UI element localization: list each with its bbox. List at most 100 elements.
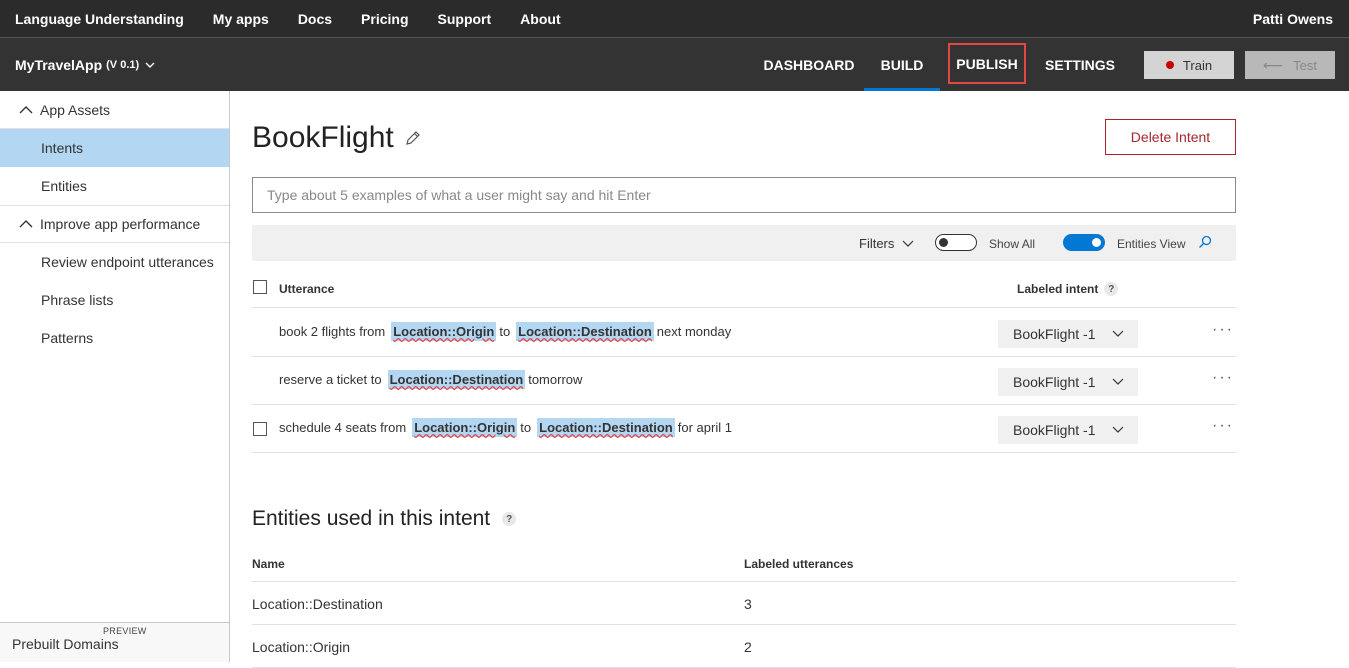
tab-build[interactable]: BUILD: [864, 38, 940, 91]
utterance-part: tomorrow: [528, 372, 583, 387]
intent-dropdown-value: BookFlight -1: [1013, 374, 1096, 390]
utterance-part: next monday: [656, 324, 732, 339]
col-labeled-intent: Labeled intent ?: [1017, 282, 1119, 296]
utterance-table-header: Utterance Labeled intent ?: [252, 269, 1236, 308]
page-title: BookFlight: [252, 121, 422, 155]
entities-view-label: Entities View: [1117, 237, 1186, 251]
intent-dropdown[interactable]: BookFlight -1: [998, 368, 1138, 396]
nav-about[interactable]: About: [520, 11, 560, 27]
test-label: Test: [1293, 57, 1317, 73]
more-options-icon[interactable]: ···: [1212, 369, 1234, 387]
utterance-part: to: [520, 420, 532, 435]
chevron-up-icon: [19, 220, 33, 228]
entity-name[interactable]: Location::Origin: [252, 639, 350, 655]
utterance-part: schedule 4 seats from: [279, 420, 407, 435]
tab-dashboard[interactable]: DASHBOARD: [754, 38, 864, 91]
tab-settings[interactable]: SETTINGS: [1026, 38, 1134, 91]
app-version: (V 0.1): [106, 59, 140, 71]
show-all-label: Show All: [989, 237, 1036, 251]
intent-dropdown[interactable]: BookFlight -1: [998, 320, 1138, 348]
help-icon[interactable]: ?: [1104, 282, 1119, 296]
entity-label[interactable]: Location::Origin: [412, 418, 518, 437]
search-icon[interactable]: [1198, 235, 1212, 249]
table-row: schedule 4 seats from Location::Origin t…: [252, 405, 1236, 453]
nav-pricing[interactable]: Pricing: [361, 11, 408, 27]
select-all-checkbox[interactable]: [253, 280, 267, 294]
app-bar: MyTravelApp (V 0.1) DASHBOARD BUILD PUBL…: [0, 38, 1349, 91]
filters-label: Filters: [859, 236, 895, 251]
nav-support[interactable]: Support: [438, 11, 492, 27]
train-status-icon: [1165, 61, 1174, 69]
nav-docs[interactable]: Docs: [298, 11, 332, 27]
filters-dropdown[interactable]: Filters: [859, 236, 914, 251]
app-name: MyTravelApp: [15, 57, 103, 73]
train-label: Train: [1182, 57, 1213, 73]
top-nav-bar: Language Understanding My apps Docs Pric…: [0, 0, 1349, 38]
chevron-down-icon: [902, 240, 914, 247]
col-labeled-utterances: Labeled utterances: [744, 557, 854, 571]
show-all-toggle[interactable]: [935, 234, 977, 251]
sidebar-item-entities[interactable]: Entities: [0, 167, 229, 205]
brand-link[interactable]: Language Understanding: [15, 11, 184, 27]
utterance-part: book 2 flights from: [279, 324, 386, 339]
entity-count: 2: [744, 639, 752, 655]
sidebar-item-phrase-lists[interactable]: Phrase lists: [0, 281, 229, 319]
utterance-part: for april 1: [677, 420, 732, 435]
sidebar-group-label: App Assets: [40, 101, 111, 118]
filter-bar: Filters Show All Entities View: [252, 225, 1236, 261]
utterance-input[interactable]: [252, 177, 1236, 213]
tab-publish[interactable]: PUBLISH: [948, 43, 1026, 84]
sidebar: App Assets Intents Entities Improve app …: [0, 91, 230, 662]
sidebar-item-intents[interactable]: Intents: [0, 129, 229, 167]
chevron-down-icon: [1112, 426, 1124, 433]
intent-dropdown-value: BookFlight -1: [1013, 422, 1096, 438]
entity-count: 3: [744, 596, 752, 612]
chevron-up-icon: [19, 105, 33, 113]
entity-name[interactable]: Location::Destination: [252, 596, 383, 612]
intent-dropdown-value: BookFlight -1: [1013, 326, 1096, 342]
entity-label[interactable]: Location::Destination: [387, 370, 526, 389]
sidebar-item-review-endpoint[interactable]: Review endpoint utterances: [0, 243, 229, 281]
more-options-icon[interactable]: ···: [1212, 321, 1234, 339]
preview-badge: PREVIEW: [103, 626, 147, 636]
col-labeled-intent-label: Labeled intent: [1017, 282, 1099, 296]
entities-section-title: Entities used in this intent ?: [252, 507, 517, 531]
row-checkbox[interactable]: [253, 422, 267, 436]
col-utterance: Utterance: [279, 282, 335, 296]
sidebar-group-label: Improve app performance: [40, 216, 201, 232]
entities-title-text: Entities used in this intent: [252, 507, 491, 530]
arrow-left-icon: ⟵: [1263, 56, 1284, 73]
top-nav: Language Understanding My apps Docs Pric…: [0, 0, 575, 37]
main-tabs: DASHBOARD BUILD PUBLISH SETTINGS: [754, 38, 1134, 91]
entities-view-toggle[interactable]: [1063, 234, 1105, 251]
table-row: book 2 flights from Location::Origin to …: [252, 309, 1236, 357]
nav-my-apps[interactable]: My apps: [213, 11, 269, 27]
sidebar-item-patterns[interactable]: Patterns: [0, 319, 229, 357]
col-name: Name: [252, 557, 285, 571]
entity-label[interactable]: Location::Destination: [516, 322, 654, 341]
pencil-icon[interactable]: [404, 129, 422, 147]
train-button[interactable]: Train: [1144, 51, 1234, 79]
intent-dropdown[interactable]: BookFlight -1: [998, 416, 1138, 444]
sidebar-group-improve[interactable]: Improve app performance: [0, 205, 229, 243]
entities-table-header: Name Labeled utterances: [252, 547, 1236, 582]
entity-label[interactable]: Location::Origin: [391, 322, 497, 341]
sidebar-item-prebuilt-domains[interactable]: PREVIEW Prebuilt Domains: [0, 622, 229, 662]
sidebar-group-app-assets[interactable]: App Assets: [0, 91, 229, 129]
utterance-part: reserve a ticket to: [279, 372, 382, 387]
chevron-down-icon: [145, 62, 155, 68]
user-name[interactable]: Patti Owens: [1253, 11, 1333, 27]
more-options-icon[interactable]: ···: [1212, 417, 1234, 435]
intent-name: BookFlight: [252, 121, 394, 154]
help-icon[interactable]: ?: [502, 512, 517, 526]
chevron-down-icon: [1112, 378, 1124, 385]
entity-label[interactable]: Location::Destination: [537, 418, 675, 437]
delete-intent-button[interactable]: Delete Intent: [1105, 119, 1236, 155]
test-button[interactable]: ⟵ Test: [1245, 51, 1335, 79]
utterance-part: to: [499, 324, 511, 339]
table-row: reserve a ticket to Location::Destinatio…: [252, 357, 1236, 405]
app-selector[interactable]: MyTravelApp (V 0.1): [15, 57, 155, 73]
table-row[interactable]: Location::Destination 3: [252, 582, 1236, 625]
utterance-text: schedule 4 seats from Location::Origin t…: [279, 418, 732, 437]
utterance-text: reserve a ticket to Location::Destinatio…: [279, 370, 582, 389]
